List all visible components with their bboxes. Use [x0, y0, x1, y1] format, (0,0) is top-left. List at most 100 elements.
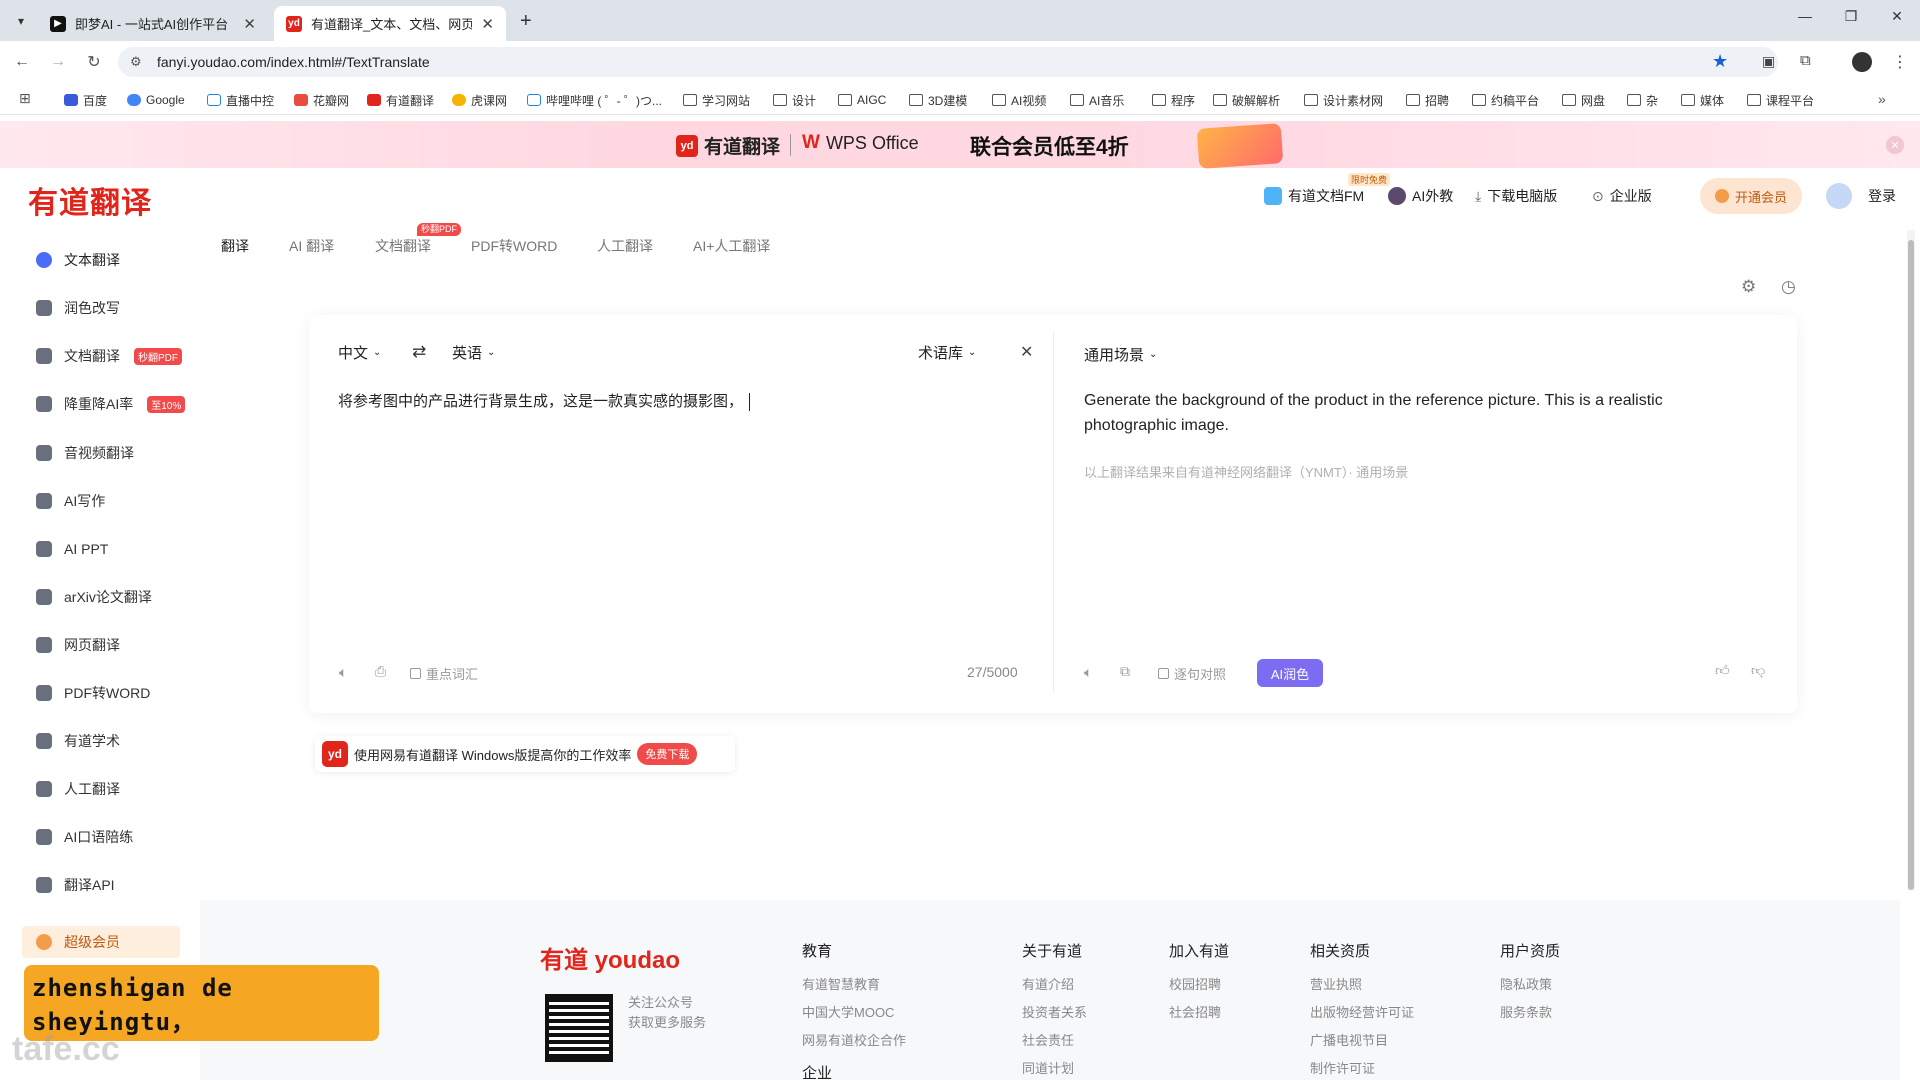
avatar[interactable]: [1852, 52, 1872, 72]
url-text[interactable]: fanyi.youdao.com/index.html#/TextTransla…: [157, 54, 430, 70]
footer-link[interactable]: 营业执照: [1310, 974, 1362, 993]
sidebar-item-text-translate[interactable]: 文本翻译: [36, 247, 120, 273]
bookmark-item[interactable]: Google: [127, 91, 185, 109]
sidebar-item-academic[interactable]: 有道学术: [36, 728, 120, 754]
bookmark-folder[interactable]: 课程平台: [1747, 91, 1814, 109]
sidebar-item-document[interactable]: 文档翻译 秒翻PDF: [36, 343, 182, 369]
banner-close-icon[interactable]: ✕: [1886, 136, 1904, 154]
close-icon[interactable]: ✕: [481, 15, 494, 33]
footer-link[interactable]: 隐私政策: [1500, 974, 1552, 993]
bookmark-folder[interactable]: AI视频: [992, 91, 1046, 109]
close-icon[interactable]: ✕: [243, 15, 256, 33]
bookmark-star-icon[interactable]: ★: [1712, 51, 1728, 72]
footer-link[interactable]: 有道介绍: [1022, 974, 1074, 993]
page-scrollbar-thumb[interactable]: [1908, 240, 1914, 890]
open-vip-button[interactable]: 开通会员: [1700, 178, 1802, 214]
minimize-icon[interactable]: —: [1782, 8, 1828, 32]
footer-link[interactable]: 制作许可证: [1310, 1058, 1375, 1077]
keyword-checkbox[interactable]: 重点词汇: [410, 664, 478, 683]
glossary-select[interactable]: 术语库 ⌄: [918, 342, 976, 363]
ai-polish-button[interactable]: AI润色: [1257, 659, 1323, 687]
bookmark-folder[interactable]: 杂: [1627, 91, 1658, 109]
sidebar-item-arxiv[interactable]: arXiv论文翻译: [36, 584, 152, 610]
tab-translate[interactable]: 翻译: [221, 236, 249, 256]
header-link-enterprise[interactable]: ⊙ 企业版: [1592, 183, 1652, 209]
browser-tab-youdao[interactable]: yd 有道翻译_文本、文档、网页、… ✕: [274, 6, 506, 41]
free-download-button[interactable]: 免费下载: [637, 743, 698, 765]
forward-icon[interactable]: →: [46, 50, 70, 74]
scene-select[interactable]: 通用场景 ⌄: [1084, 344, 1157, 365]
extension-icon[interactable]: ▣: [1762, 53, 1775, 70]
footer-link[interactable]: 中国大学MOOC: [802, 1002, 894, 1021]
tab-ai-human[interactable]: AI+人工翻译: [693, 236, 770, 256]
bookmark-folder[interactable]: 招聘: [1406, 91, 1449, 109]
sidebar-item-polish[interactable]: 润色改写: [36, 295, 120, 321]
bookmark-folder[interactable]: 学习网站: [683, 91, 750, 109]
tab-document[interactable]: 文档翻译: [375, 236, 431, 256]
header-link-download[interactable]: ⤓ 下载电脑版: [1475, 183, 1557, 209]
restore-icon[interactable]: ❐: [1828, 8, 1874, 32]
apps-icon[interactable]: ⊞: [19, 90, 31, 107]
bookmark-folder[interactable]: AI音乐: [1070, 91, 1124, 109]
browser-tab-jimeng[interactable]: ▶ 即梦AI - 一站式AI创作平台 ✕: [38, 6, 268, 41]
sidebar-item-api[interactable]: 翻译API: [36, 872, 115, 898]
reload-icon[interactable]: ↻: [82, 50, 106, 74]
clear-input-icon[interactable]: ✕: [1020, 342, 1033, 362]
footer-link[interactable]: 有道智慧教育: [802, 974, 880, 993]
footer-link[interactable]: 广播电视节目: [1310, 1030, 1388, 1049]
footer-link[interactable]: 网易有道校企合作: [802, 1030, 906, 1049]
footer-link[interactable]: 社会责任: [1022, 1030, 1074, 1049]
bookmark-folder[interactable]: 网盘: [1562, 91, 1605, 109]
footer-link[interactable]: 校园招聘: [1169, 974, 1221, 993]
tab-search-button[interactable]: ▾: [10, 10, 32, 32]
bookmark-item[interactable]: 直播中控: [207, 91, 274, 109]
site-info-icon[interactable]: ⚙: [130, 54, 142, 70]
back-icon[interactable]: ←: [10, 50, 34, 74]
tab-human[interactable]: 人工翻译: [597, 236, 653, 256]
source-language-select[interactable]: 中文 ⌄: [338, 342, 381, 363]
footer-link[interactable]: 出版物经营许可证: [1310, 1002, 1414, 1021]
sidebar-item-av-translate[interactable]: 音视频翻译: [36, 440, 134, 466]
bookmark-item[interactable]: 虎课网: [452, 91, 507, 109]
youdao-logo[interactable]: 有道翻译: [28, 178, 152, 222]
promo-banner[interactable]: [0, 121, 1920, 168]
settings-icon[interactable]: ⚙: [1741, 277, 1756, 297]
speaker-icon[interactable]: 🔈︎: [1084, 664, 1092, 681]
source-text-input[interactable]: 将参考图中的产品进行背景生成，这是一款真实感的摄影图，: [338, 390, 1028, 414]
sidebar-item-ai-speaking[interactable]: AI口语陪练: [36, 824, 133, 850]
print-icon[interactable]: ⎙: [375, 663, 386, 680]
bookmark-folder[interactable]: 约稿平台: [1472, 91, 1539, 109]
tab-pdf-word[interactable]: PDF转WORD: [471, 236, 557, 256]
sidebar-item-webpage[interactable]: 网页翻译: [36, 632, 120, 658]
speaker-icon[interactable]: 🔈︎: [339, 664, 347, 681]
sidebar-item-reduce-ai[interactable]: 降重降AI率 至10%: [36, 391, 186, 417]
footer-link[interactable]: 同道计划: [1022, 1058, 1074, 1077]
login-button[interactable]: 登录: [1826, 183, 1896, 209]
history-icon[interactable]: ◷: [1781, 277, 1796, 297]
thumbs-down-icon[interactable]: 👎︎: [1751, 662, 1765, 679]
bookmark-folder[interactable]: 程序: [1152, 91, 1195, 109]
new-tab-button[interactable]: +: [520, 10, 532, 33]
swap-languages-icon[interactable]: ⇄: [412, 342, 426, 362]
sidebar-item-pdf-word[interactable]: PDF转WORD: [36, 680, 150, 706]
header-link-ai-tutor[interactable]: AI外教: [1388, 183, 1453, 209]
sidebar-item-ai-writing[interactable]: AI写作: [36, 488, 105, 514]
bookmark-folder[interactable]: 媒体: [1681, 91, 1724, 109]
bookmark-folder[interactable]: AIGC: [838, 91, 886, 109]
target-language-select[interactable]: 英语 ⌄: [452, 342, 495, 363]
bookmark-folder[interactable]: 破解解析: [1213, 91, 1280, 109]
sidebar-item-ai-ppt[interactable]: AI PPT: [36, 536, 108, 562]
bookmark-folder[interactable]: 设计: [773, 91, 816, 109]
thumbs-up-icon[interactable]: 👍︎: [1715, 662, 1730, 679]
bookmark-folder[interactable]: 设计素材网: [1304, 91, 1383, 109]
chevron-right-icon[interactable]: »: [1878, 91, 1886, 107]
footer-link[interactable]: 服务条款: [1500, 1002, 1552, 1021]
tab-ai-translate[interactable]: AI 翻译: [289, 236, 334, 256]
bookmark-item[interactable]: 哔哩哔哩 ( ゜- ゜)つ...: [527, 91, 662, 109]
footer-link[interactable]: 投资者关系: [1022, 1002, 1087, 1021]
bookmark-item[interactable]: 百度: [64, 91, 107, 109]
footer-link[interactable]: 社会招聘: [1169, 1002, 1221, 1021]
sidebar-item-human-translate[interactable]: 人工翻译: [36, 776, 120, 802]
window-close-icon[interactable]: ✕: [1874, 8, 1920, 32]
copy-icon[interactable]: ⧉: [1120, 663, 1130, 680]
